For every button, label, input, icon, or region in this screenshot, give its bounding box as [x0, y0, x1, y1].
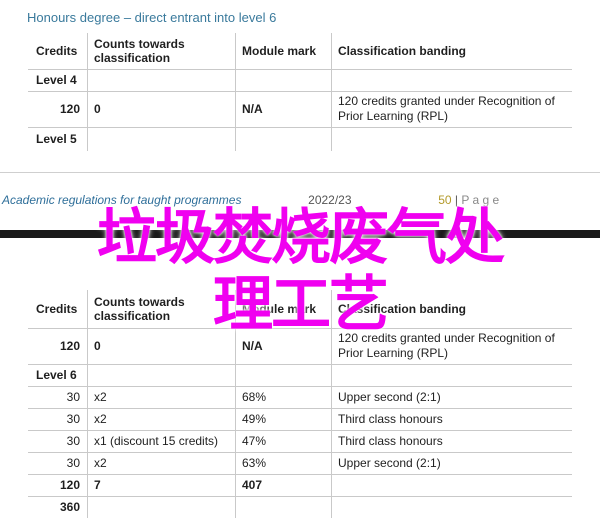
counts-cell: x2: [87, 452, 236, 474]
credits-cell: 30: [66, 412, 80, 426]
banding-cell: 120 credits granted under Recognition of…: [331, 91, 572, 127]
total-counts: 7: [87, 474, 236, 496]
level-label: Level 5: [36, 132, 77, 147]
total-row: 120 7 407: [28, 474, 572, 496]
mark-cell: 49%: [235, 408, 332, 430]
credits-cell: 120: [59, 102, 80, 116]
level-label: Level 4: [36, 73, 77, 87]
table-row: 30 x2 68% Upper second (2:1): [28, 386, 572, 408]
counts-cell: x2: [87, 386, 236, 408]
overlay-title-line-1: 垃圾焚烧废气处: [97, 203, 505, 273]
banding-cell: Upper second (2:1): [331, 452, 572, 474]
table-row: 120 0 N/A 120 credits granted under Reco…: [28, 91, 572, 127]
table-row: 30 x2 49% Third class honours: [28, 408, 572, 430]
counts-cell: x2: [87, 408, 236, 430]
counts-cell: x1 (discount 15 credits): [87, 430, 236, 452]
table-row: 30 x2 63% Upper second (2:1): [28, 452, 572, 474]
mark-cell: N/A: [235, 91, 332, 127]
mark-cell: 47%: [235, 430, 332, 452]
header-credits: Credits: [36, 43, 78, 58]
credits-cell: 30: [66, 390, 80, 404]
header-banding: Classification banding: [331, 33, 572, 69]
grand-total-row: 360: [28, 496, 572, 518]
banding-cell: Third class honours: [331, 430, 572, 452]
section-title: Honours degree – direct entrant into lev…: [27, 10, 277, 25]
total-credits: 120: [59, 478, 80, 492]
mark-cell: 63%: [235, 452, 332, 474]
header-counts: Counts towards classification: [87, 33, 236, 69]
mark-cell: 68%: [235, 386, 332, 408]
grand-total-credits: 360: [59, 500, 80, 515]
level-row: Level 5: [28, 127, 572, 151]
classification-table-1: Credits Counts towards classification Mo…: [28, 33, 572, 151]
credits-cell: 30: [66, 434, 80, 448]
banding-cell: Upper second (2:1): [331, 386, 572, 408]
overlay-title-line-2: 理工艺: [213, 270, 389, 340]
table-header-row: Credits Counts towards classification Mo…: [28, 33, 572, 69]
credits-cell: 30: [66, 456, 80, 470]
counts-cell: 0: [87, 91, 236, 127]
level-label: Level 6: [36, 368, 77, 382]
banding-cell: Third class honours: [331, 408, 572, 430]
header-module-mark: Module mark: [235, 33, 332, 69]
page-break-line: [0, 172, 600, 173]
level-row: Level 4: [28, 69, 572, 91]
table-row: 30 x1 (discount 15 credits) 47% Third cl…: [28, 430, 572, 452]
total-mark: 407: [235, 474, 332, 496]
level-row: Level 6: [28, 364, 572, 386]
